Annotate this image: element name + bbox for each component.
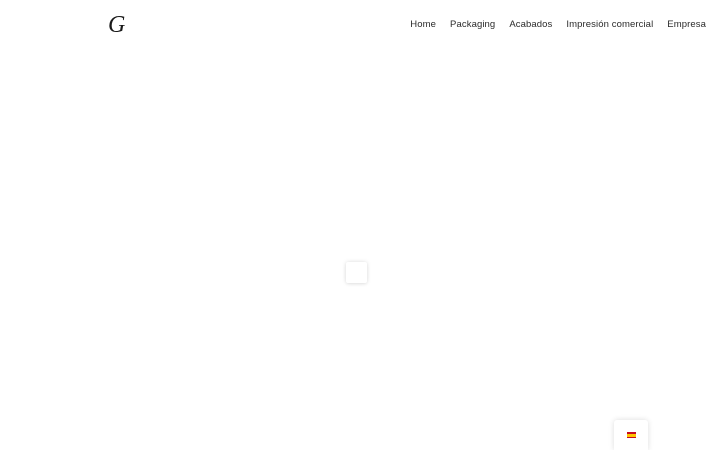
nav-item-packaging[interactable]: Packaging — [450, 18, 495, 32]
spain-flag-icon — [626, 432, 636, 438]
site-logo[interactable]: G — [108, 12, 128, 38]
site-header: G Home Packaging Acabados Impresión come… — [0, 0, 720, 50]
page: G Home Packaging Acabados Impresión come… — [0, 0, 720, 450]
language-switcher[interactable] — [614, 420, 648, 450]
nav-item-home[interactable]: Home — [410, 18, 436, 32]
main-nav: Home Packaging Acabados Impresión comerc… — [410, 18, 706, 32]
nav-item-empresa[interactable]: Empresa — [667, 18, 706, 32]
nav-item-acabados[interactable]: Acabados — [509, 18, 552, 32]
nav-item-impresion-comercial[interactable]: Impresión comercial — [566, 18, 653, 32]
loading-spinner-icon — [346, 262, 367, 283]
